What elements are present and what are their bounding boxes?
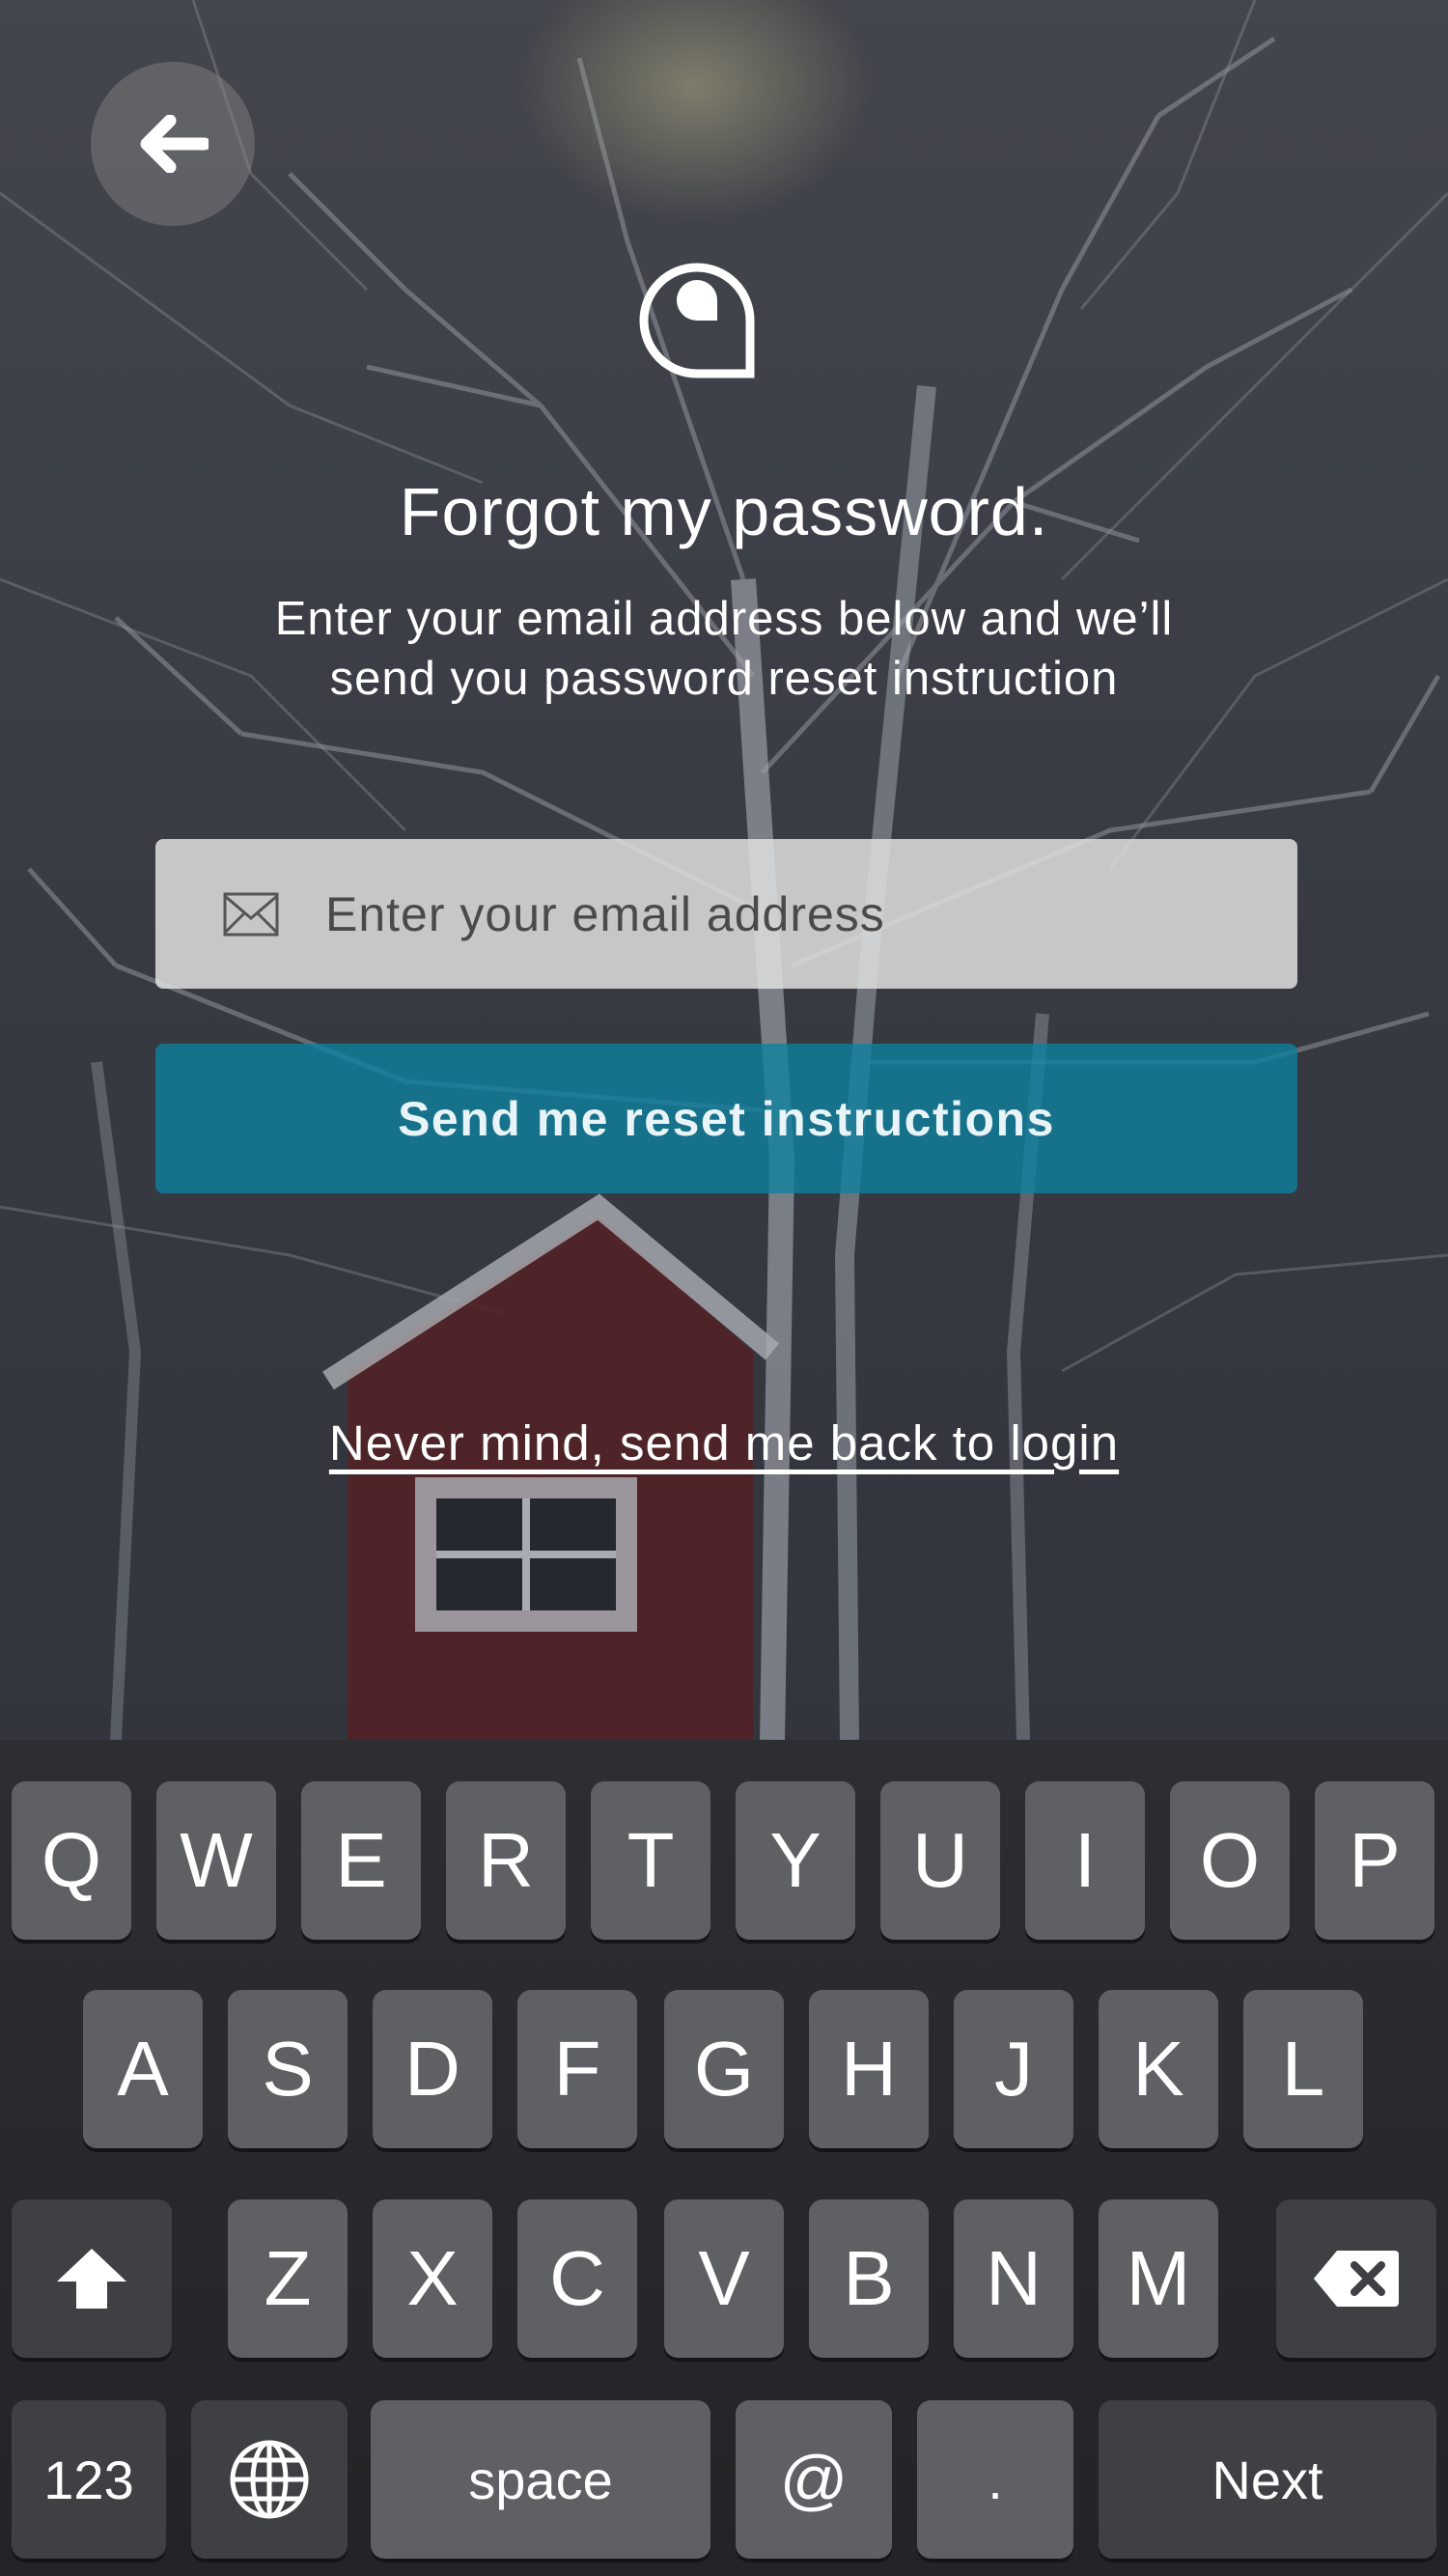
email-field[interactable] — [155, 839, 1297, 989]
chat-bubble-logo-icon — [639, 263, 755, 378]
send-reset-instructions-button[interactable]: Send me reset instructions — [155, 1044, 1297, 1193]
arrow-left-icon — [140, 115, 209, 173]
period-key[interactable]: . — [917, 2400, 1073, 2559]
key-m[interactable]: M — [1099, 2199, 1218, 2358]
backspace-icon — [1314, 2251, 1399, 2307]
key-l[interactable]: L — [1243, 1990, 1363, 2148]
backspace-key[interactable] — [1276, 2199, 1436, 2358]
key-y[interactable]: Y — [736, 1781, 855, 1940]
key-x[interactable]: X — [373, 2199, 492, 2358]
key-a[interactable]: A — [83, 1990, 203, 2148]
key-t[interactable]: T — [591, 1781, 710, 1940]
back-to-login-link[interactable]: Never mind, send me back to login — [0, 1414, 1448, 1471]
numbers-key[interactable]: 123 — [12, 2400, 166, 2559]
space-key[interactable]: space — [371, 2400, 710, 2559]
shift-key[interactable] — [12, 2199, 172, 2358]
page-subtitle: Enter your email address below and we’ll… — [145, 589, 1303, 709]
key-v[interactable]: V — [664, 2199, 784, 2358]
key-h[interactable]: H — [809, 1990, 929, 2148]
on-screen-keyboard: Q W E R T Y U I O P A S D F G H J K L Z … — [0, 1740, 1448, 2576]
shift-arrow-icon — [57, 2249, 126, 2309]
envelope-icon — [223, 892, 279, 936]
page-title: Forgot my password. — [399, 474, 1049, 549]
next-key[interactable]: Next — [1099, 2400, 1436, 2559]
key-n[interactable]: N — [954, 2199, 1073, 2358]
key-o[interactable]: O — [1170, 1781, 1290, 1940]
key-f[interactable]: F — [517, 1990, 637, 2148]
key-r[interactable]: R — [446, 1781, 566, 1940]
key-k[interactable]: K — [1099, 1990, 1218, 2148]
key-i[interactable]: I — [1025, 1781, 1145, 1940]
subtitle-line: Enter your email address below and we’ll — [274, 593, 1174, 645]
back-button[interactable] — [91, 62, 255, 226]
key-j[interactable]: J — [954, 1990, 1073, 2148]
key-g[interactable]: G — [664, 1990, 784, 2148]
subtitle-line: send you password reset instruction — [329, 653, 1119, 705]
key-z[interactable]: Z — [228, 2199, 348, 2358]
key-s[interactable]: S — [228, 1990, 348, 2148]
key-b[interactable]: B — [809, 2199, 929, 2358]
globe-icon — [230, 2440, 309, 2519]
key-c[interactable]: C — [517, 2199, 637, 2358]
key-p[interactable]: P — [1315, 1781, 1434, 1940]
key-u[interactable]: U — [880, 1781, 1000, 1940]
key-w[interactable]: W — [156, 1781, 276, 1940]
globe-key[interactable] — [191, 2400, 348, 2559]
at-key[interactable]: @ — [736, 2400, 892, 2559]
key-q[interactable]: Q — [12, 1781, 131, 1940]
key-e[interactable]: E — [301, 1781, 421, 1940]
key-d[interactable]: D — [373, 1990, 492, 2148]
email-input[interactable] — [323, 884, 1297, 943]
